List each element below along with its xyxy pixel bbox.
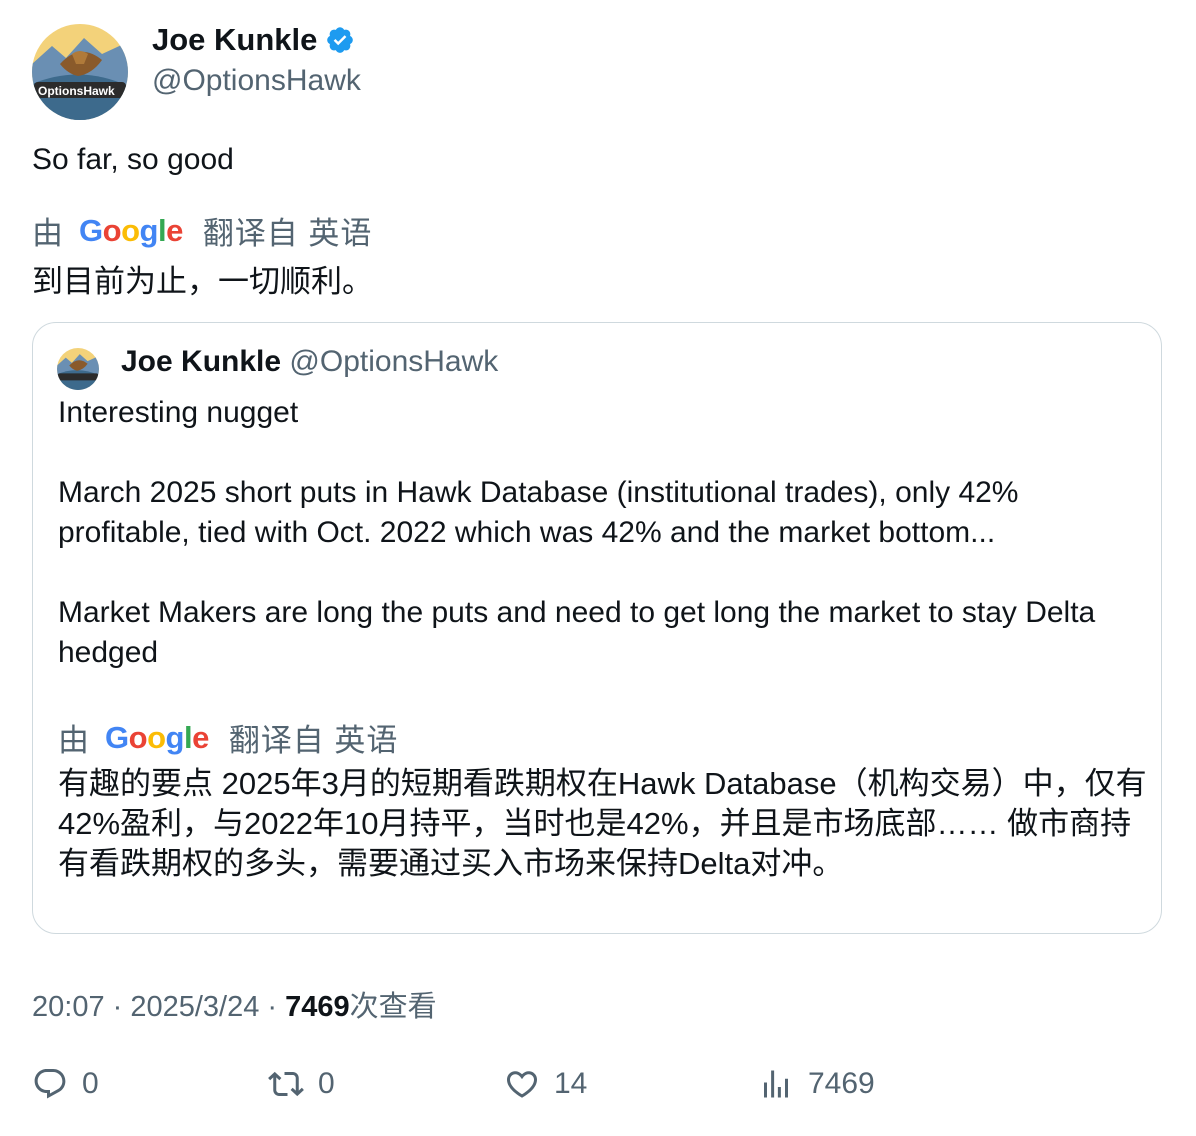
heart-icon: [506, 1071, 538, 1098]
reply-button[interactable]: 0: [32, 1066, 99, 1102]
quoted-tweet-body: Interesting nugget March 2025 short puts…: [58, 393, 1138, 673]
quoted-author-avatar[interactable]: [57, 348, 99, 390]
quoted-author-name[interactable]: Joe Kunkle: [121, 345, 281, 378]
author-handle[interactable]: @OptionsHawk: [152, 64, 361, 98]
quoted-tweet[interactable]: Joe Kunkle @OptionsHawk Interesting nugg…: [32, 322, 1162, 934]
translated-tweet-text: 到目前为止，一切顺利。: [32, 264, 373, 299]
analytics-icon: [764, 1070, 788, 1098]
google-logo[interactable]: Google: [105, 720, 209, 756]
author-name[interactable]: Joe Kunkle: [152, 22, 317, 58]
like-button[interactable]: 14: [504, 1066, 587, 1102]
quoted-translation-attribution: 由 Google 翻译自 英语: [58, 715, 398, 760]
quoted-translated-text: 有趣的要点 2025年3月的短期看跌期权在Hawk Database（机构交易）…: [58, 766, 1147, 881]
retweet-button[interactable]: 0: [268, 1066, 335, 1102]
tweet-time[interactable]: 20:07: [32, 991, 105, 1023]
tweet-meta: 20:07 · 2025/3/24 · 7469次查看: [32, 983, 437, 1025]
views-action-count: 7469: [808, 1067, 875, 1100]
verified-badge-icon: [325, 25, 355, 55]
quoted-paragraph: March 2025 short puts in Hawk Database (…: [58, 476, 1019, 549]
quoted-paragraph: Market Makers are long the puts and need…: [58, 596, 1096, 669]
meta-separator: ·: [104, 991, 131, 1023]
views-button[interactable]: 7469: [758, 1066, 875, 1102]
quoted-author-handle[interactable]: @OptionsHawk: [289, 345, 498, 378]
reply-count: 0: [82, 1067, 99, 1100]
like-count: 14: [554, 1067, 588, 1100]
retweet-count: 0: [318, 1067, 335, 1100]
meta-separator: ·: [259, 991, 286, 1023]
reply-icon: [34, 1069, 66, 1099]
quoted-header: Joe Kunkle @OptionsHawk: [121, 345, 498, 379]
tweet-date[interactable]: 2025/3/24: [130, 991, 259, 1023]
translated-from-label: 翻译自 英语: [202, 216, 373, 251]
author-name-row: Joe Kunkle: [152, 22, 355, 58]
translation-attribution: 由 Google 翻译自 英语: [32, 208, 372, 253]
retweet-icon: [268, 1071, 304, 1097]
translation-by-label: 由: [58, 723, 89, 758]
svg-text:OptionsHawk: OptionsHawk: [38, 84, 115, 98]
author-avatar[interactable]: OptionsHawk: [32, 24, 128, 120]
google-logo[interactable]: Google: [79, 213, 183, 249]
action-bar: 0 0 14 7469: [32, 1066, 1162, 1116]
quoted-paragraph: Interesting nugget: [58, 396, 299, 429]
views-label: 次查看: [349, 991, 437, 1023]
translated-from-label: 翻译自 英语: [228, 723, 399, 758]
tweet-text: So far, so good: [32, 143, 234, 176]
views-count: 7469: [285, 991, 350, 1023]
translation-by-label: 由: [32, 216, 63, 251]
